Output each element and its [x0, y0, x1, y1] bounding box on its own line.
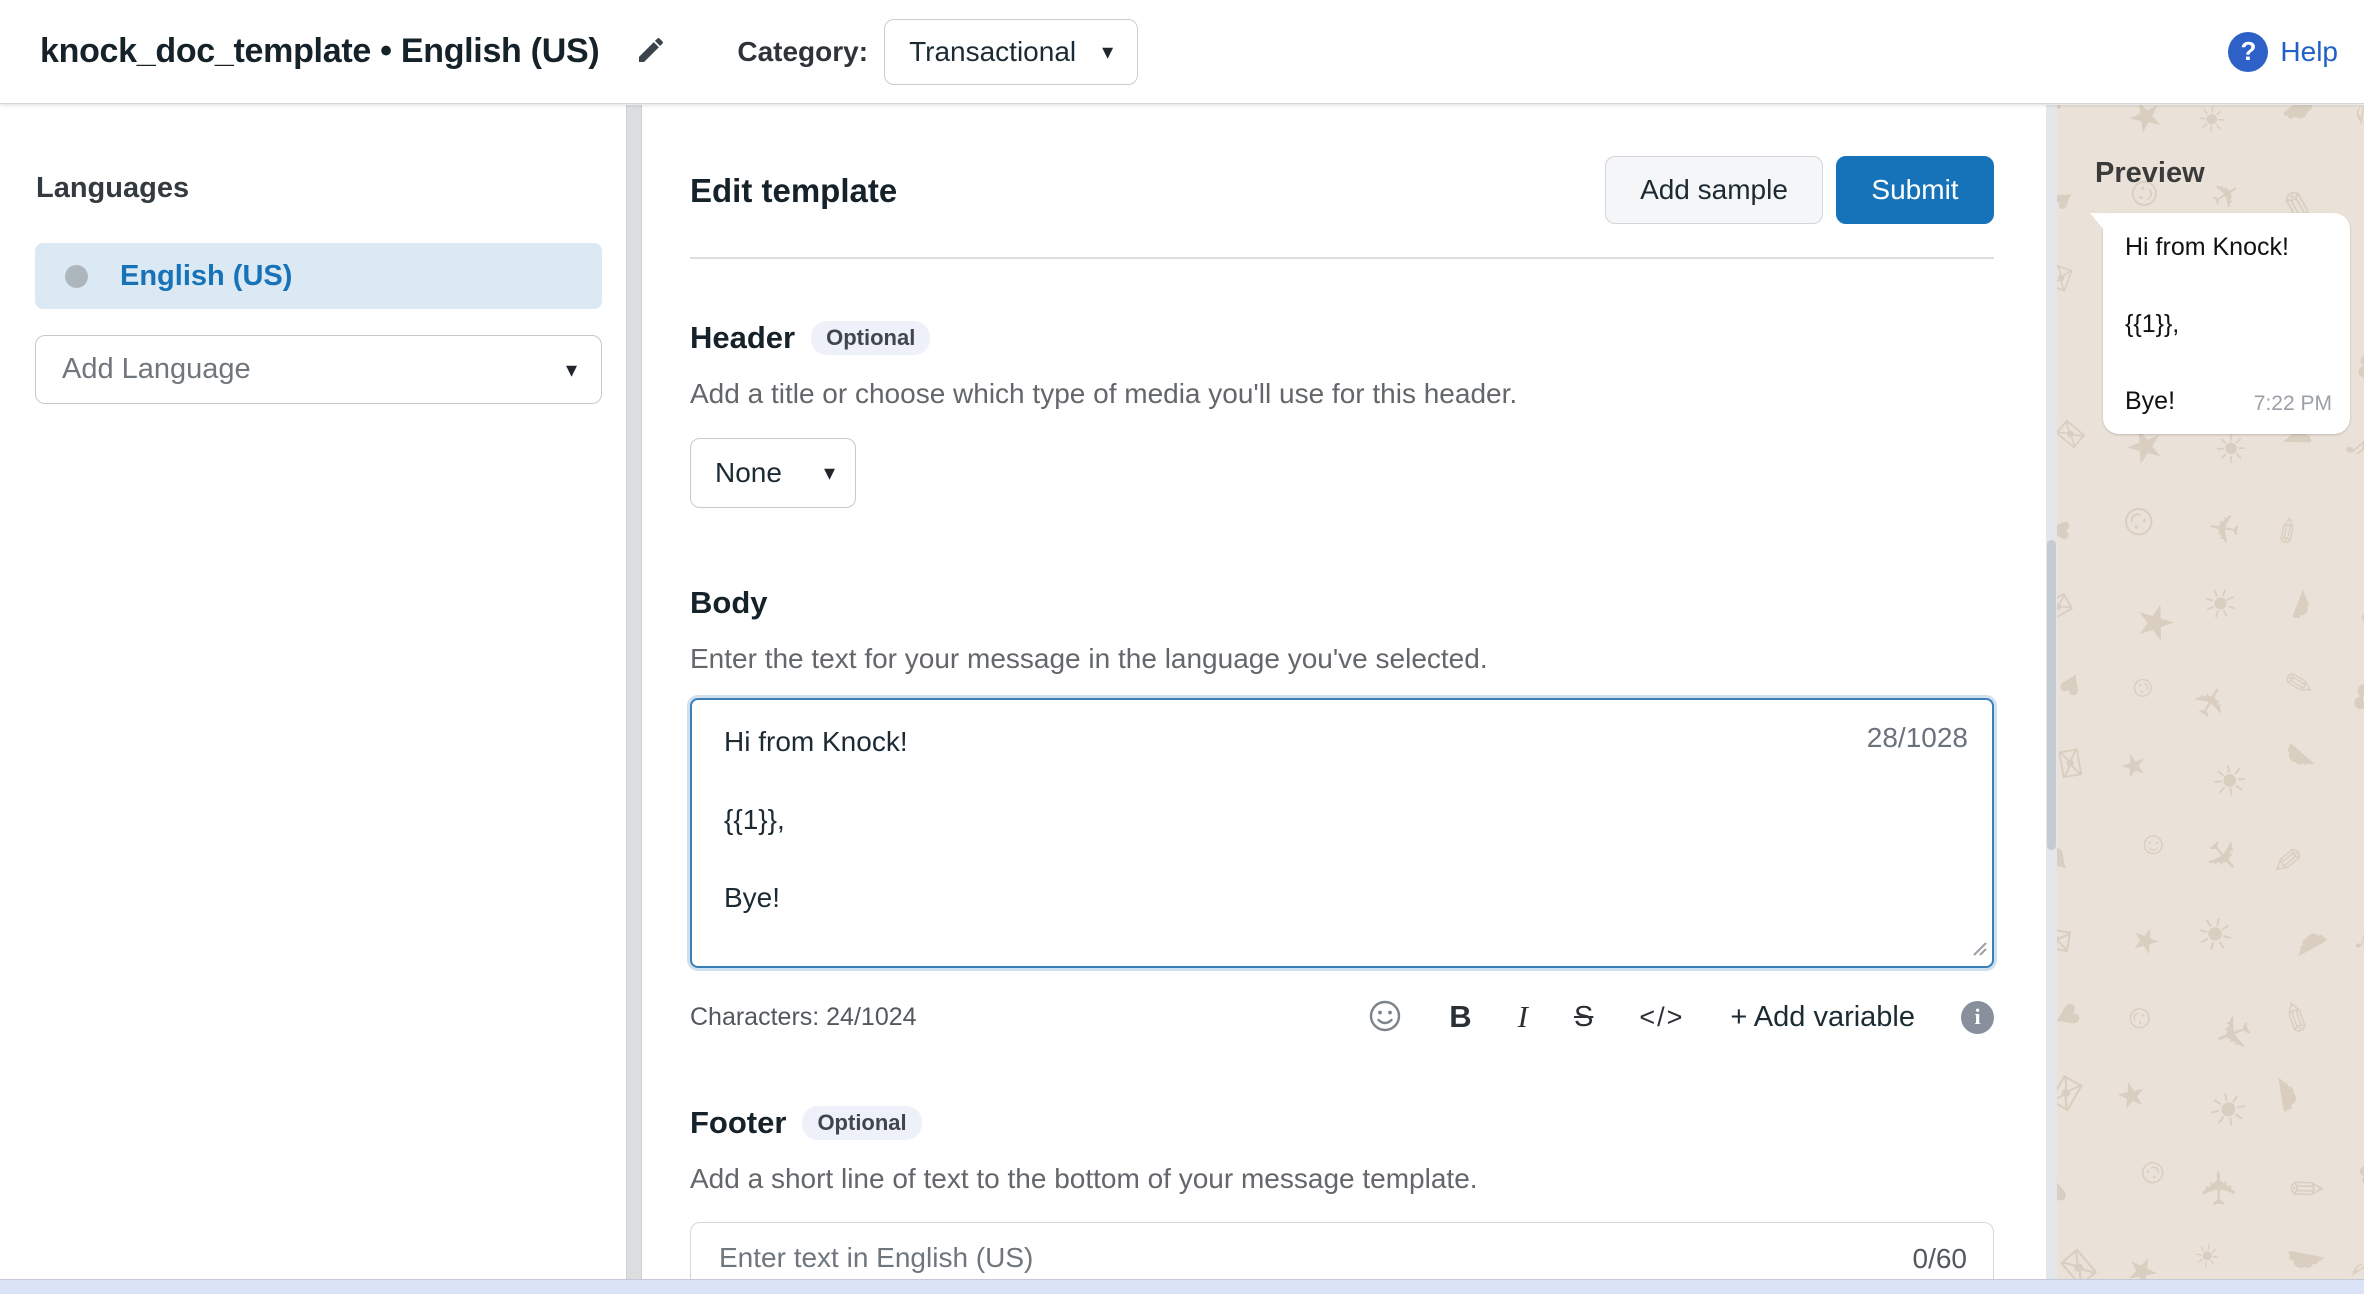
bottom-page-strip: [0, 1279, 2364, 1294]
bold-button[interactable]: B: [1449, 999, 1471, 1035]
category-label: Category:: [737, 36, 868, 68]
help-label: Help: [2280, 36, 2338, 68]
body-section-title-row: Body: [690, 585, 768, 621]
header-section-description: Add a title or choose which type of medi…: [690, 378, 1517, 410]
top-bar: knock_doc_template • English (US) Catego…: [0, 0, 2364, 104]
help-link[interactable]: ? Help: [2228, 32, 2338, 72]
language-status-dot-icon: [65, 265, 88, 288]
preview-message-text: Bye!: [2125, 387, 2175, 416]
preview-message-line: Bye! 7:22 PM: [2125, 387, 2332, 416]
template-title: knock_doc_template • English (US): [40, 32, 599, 71]
preview-message-line: {{1}},: [2125, 310, 2332, 339]
template-editor-app: knock_doc_template • English (US) Catego…: [0, 0, 2364, 1294]
chevron-down-icon: ▾: [566, 359, 577, 381]
add-language-dropdown[interactable]: Add Language ▾: [35, 335, 602, 404]
submit-button[interactable]: Submit: [1836, 156, 1994, 224]
body-textarea-container: Hi from Knock! {{1}}, Bye! 28/1028: [690, 698, 1994, 968]
chevron-down-icon: ▾: [824, 462, 835, 484]
optional-badge: Optional: [811, 321, 930, 355]
header-section-title-row: Header Optional: [690, 320, 930, 356]
add-variable-button[interactable]: + Add variable: [1730, 1001, 1915, 1034]
page-title: Edit template: [690, 172, 897, 210]
body-text-input[interactable]: Hi from Knock! {{1}}, Bye!: [692, 700, 1992, 966]
add-language-placeholder: Add Language: [62, 353, 566, 386]
main-scrollbar-thumb[interactable]: [2047, 540, 2056, 850]
category-dropdown[interactable]: Transactional ▾: [884, 19, 1138, 85]
info-icon[interactable]: i: [1961, 1001, 1994, 1034]
code-button[interactable]: </>: [1639, 1002, 1684, 1033]
emoji-button[interactable]: [1367, 998, 1403, 1037]
help-icon: ?: [2228, 32, 2268, 72]
formatting-toolbar: B I S </> + Add variable i: [1367, 998, 1994, 1037]
languages-heading: Languages: [36, 172, 189, 205]
smiley-icon: [1367, 998, 1403, 1037]
bubble-tail-icon: [2090, 213, 2104, 235]
body-section-description: Enter the text for your message in the l…: [690, 643, 1488, 675]
message-timestamp: 7:22 PM: [2254, 392, 2332, 416]
add-sample-button[interactable]: Add sample: [1605, 156, 1823, 224]
language-label: English (US): [120, 260, 292, 293]
preview-message-line: Hi from Knock!: [2125, 233, 2332, 262]
body-toolbar-row: Characters: 24/1024 B I S </> + Add vari…: [690, 993, 1994, 1041]
footer-section-description: Add a short line of text to the bottom o…: [690, 1163, 1478, 1195]
header-media-type-dropdown[interactable]: None ▾: [690, 438, 856, 508]
section-divider: [690, 257, 1994, 259]
footer-character-counter: 0/60: [1913, 1243, 1968, 1275]
edit-title-button[interactable]: [629, 30, 673, 74]
footer-section-title-row: Footer Optional: [690, 1105, 922, 1141]
preview-heading: Preview: [2095, 157, 2205, 190]
footer-section-title: Footer: [690, 1105, 786, 1141]
optional-badge: Optional: [802, 1106, 921, 1140]
body-section-title: Body: [690, 585, 768, 621]
preview-panel: ✉★☀☁♪♥☺✈✎✿✉★☀☁♪♥☺✈✎✿✉★☀☁♪♥☺✈✎✿✉★☀☁♪♥☺✈✎✿…: [2057, 105, 2364, 1279]
message-bubble: Hi from Knock! {{1}}, Bye! 7:22 PM: [2103, 213, 2350, 434]
sidebar-item-english-us[interactable]: English (US): [35, 243, 602, 309]
characters-count-label: Characters: 24/1024: [690, 1003, 917, 1032]
italic-button[interactable]: I: [1518, 999, 1528, 1035]
category-value: Transactional: [909, 36, 1076, 68]
pencil-icon: [635, 34, 667, 69]
strikethrough-button[interactable]: S: [1574, 1001, 1593, 1034]
header-section-title: Header: [690, 320, 795, 356]
chevron-down-icon: ▾: [1102, 41, 1113, 63]
resize-handle[interactable]: [1970, 939, 1988, 962]
header-media-type-value: None: [715, 457, 824, 489]
sidebar-divider: [626, 105, 642, 1279]
body-character-counter: 28/1028: [1867, 722, 1968, 754]
